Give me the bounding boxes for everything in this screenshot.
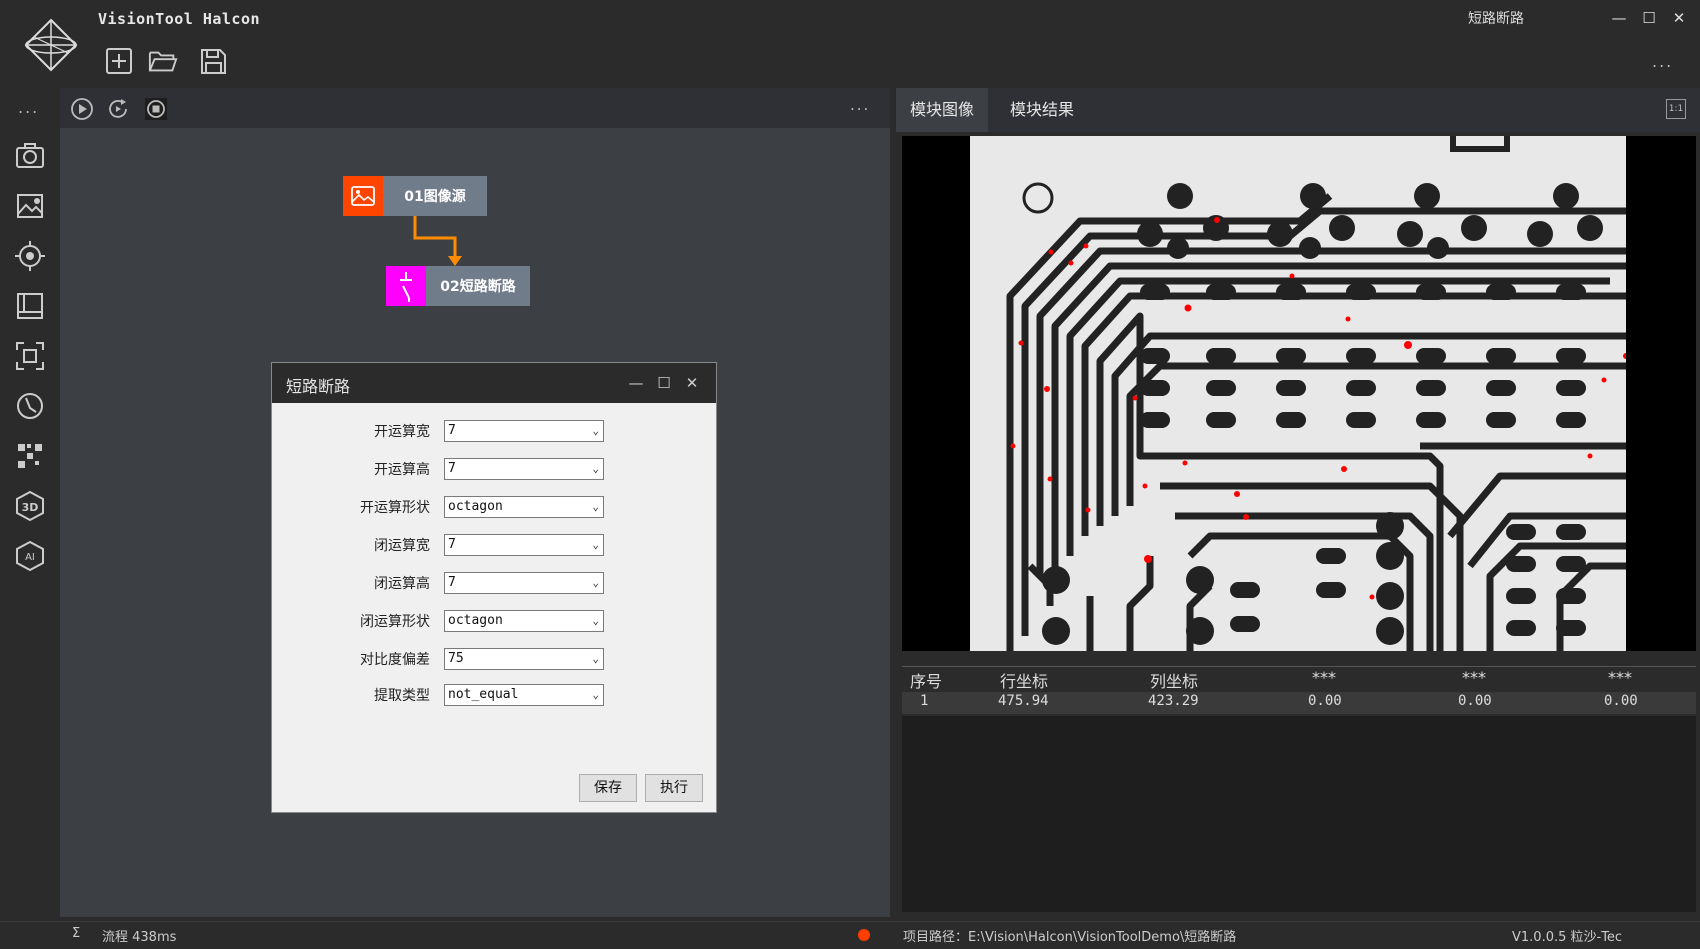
table-cell: 423.29 (1148, 693, 1199, 709)
flow-more-button[interactable]: ... (850, 96, 870, 114)
image-source-icon (343, 176, 383, 216)
tab-module-image[interactable]: 模块图像 (896, 88, 989, 132)
switch-icon (386, 266, 426, 306)
locate-target-icon[interactable] (14, 240, 46, 272)
dialog-title: 短路断路 (286, 377, 351, 396)
maximize-button[interactable]: ☐ (1636, 6, 1662, 30)
table-header-row: 行坐标 (1000, 672, 1049, 691)
param-label-open-height: 开运算高 (374, 462, 430, 478)
open-folder-icon[interactable] (148, 46, 178, 76)
ai-icon[interactable]: AI (14, 540, 46, 572)
3d-icon[interactable]: 3D (14, 490, 46, 522)
select-value: 7 (448, 575, 456, 590)
status-indicator (858, 929, 870, 941)
flow-node-label: 02短路断路 (426, 266, 530, 306)
select-value: 7 (448, 461, 456, 476)
save-button[interactable]: 保存 (579, 774, 637, 802)
close-button[interactable]: ✕ (1666, 6, 1692, 30)
param-label-close-shape: 闭运算形状 (360, 614, 430, 630)
flow-connector-arrow (413, 216, 462, 266)
actual-size-button[interactable]: 1:1 (1666, 99, 1686, 119)
select-value: octagon (448, 499, 503, 514)
table-header-index: 序号 (910, 672, 943, 691)
chevron-down-icon: ⌄ (592, 614, 599, 627)
sidebar-more-button[interactable]: ... (18, 98, 39, 117)
window-title: 短路断路 (1468, 11, 1524, 27)
chevron-down-icon: ⌄ (592, 688, 599, 701)
flow-node-label: 01图像源 (383, 176, 487, 216)
param-label-close-width: 闭运算宽 (374, 538, 430, 554)
select-value: octagon (448, 613, 503, 628)
status-bar (0, 921, 1700, 949)
save-icon[interactable] (198, 46, 228, 76)
param-select-extract-type[interactable]: not_equal ⌄ (444, 684, 604, 706)
svg-text:AI: AI (25, 552, 35, 563)
param-label-extract-type: 提取类型 (374, 688, 430, 704)
chevron-down-icon: ⌄ (592, 652, 599, 665)
param-label-open-shape: 开运算形状 (360, 500, 430, 516)
select-value: not_equal (448, 687, 519, 702)
table-cell: 0.00 (1458, 693, 1492, 709)
sigma-icon: Σ (72, 926, 81, 941)
param-select-open-height[interactable]: 7 ⌄ (444, 458, 604, 480)
chevron-down-icon: ⌄ (592, 576, 599, 589)
stop-icon[interactable] (144, 97, 168, 121)
execute-button[interactable]: 执行 (645, 774, 703, 802)
app-title: VisionTool Halcon (98, 10, 261, 28)
app-logo-icon (24, 18, 78, 72)
dialog-minimize-button[interactable]: — (624, 371, 648, 395)
table-header-extra1: *** (1312, 668, 1336, 687)
table-empty-area (902, 716, 1696, 912)
param-select-close-height[interactable]: 7 ⌄ (444, 572, 604, 594)
table-header-extra2: *** (1462, 668, 1486, 687)
status-flow-time: 流程 438ms (102, 930, 177, 945)
param-select-contrast[interactable]: 75 ⌄ (444, 648, 604, 670)
minimize-button[interactable]: — (1606, 6, 1632, 30)
chevron-down-icon: ⌄ (592, 538, 599, 551)
chevron-down-icon: ⌄ (592, 424, 599, 437)
status-version: V1.0.0.5 粒沙-Tec (1512, 930, 1623, 945)
select-value: 75 (448, 651, 464, 666)
param-select-open-width[interactable]: 7 ⌄ (444, 420, 604, 442)
barcode-icon[interactable] (14, 440, 46, 472)
param-select-close-width[interactable]: 7 ⌄ (444, 534, 604, 556)
param-label-close-height: 闭运算高 (374, 576, 430, 592)
image-settings-icon[interactable] (14, 190, 46, 222)
status-project-path: 项目路径：E:\Vision\Halcon\VisionToolDemo\短路断… (903, 930, 1237, 945)
table-header-col: 列坐标 (1150, 672, 1199, 691)
param-label-contrast: 对比度偏差 (360, 652, 430, 668)
flow-node-short-open[interactable]: 02短路断路 (386, 266, 530, 306)
select-value: 7 (448, 537, 456, 552)
chevron-down-icon: ⌄ (592, 500, 599, 513)
pcb-inspection-image (970, 136, 1626, 651)
param-select-open-shape[interactable]: octagon ⌄ (444, 496, 604, 518)
top-more-button[interactable]: ... (1652, 52, 1673, 71)
svg-text:3D: 3D (22, 501, 39, 514)
logic-icon[interactable] (14, 390, 46, 422)
run-loop-icon[interactable] (106, 97, 130, 121)
table-cell: 0.00 (1604, 693, 1638, 709)
flow-toolbar (60, 88, 890, 128)
table-cell: 1 (920, 693, 929, 709)
new-file-icon[interactable] (104, 46, 134, 76)
param-select-close-shape[interactable]: octagon ⌄ (444, 610, 604, 632)
run-once-icon[interactable] (70, 97, 94, 121)
dialog-maximize-button[interactable]: ☐ (652, 371, 676, 395)
roi-frame-icon[interactable] (14, 340, 46, 372)
table-cell: 0.00 (1308, 693, 1342, 709)
parameter-dialog: 短路断路 — ☐ ✕ 开运算宽 7 ⌄ 开运算高 7 ⌄ 开运算形状 octagon… (271, 362, 717, 813)
chevron-down-icon: ⌄ (592, 462, 599, 475)
flow-node-image-source[interactable]: 01图像源 (343, 176, 487, 216)
camera-icon[interactable] (14, 140, 46, 172)
param-label-open-width: 开运算宽 (374, 424, 430, 440)
table-cell: 475.94 (998, 693, 1049, 709)
measure-icon[interactable] (14, 290, 46, 322)
dialog-close-button[interactable]: ✕ (680, 371, 704, 395)
table-header-extra3: *** (1608, 668, 1632, 687)
select-value: 7 (448, 423, 456, 438)
tab-module-result[interactable]: 模块结果 (996, 88, 1088, 132)
